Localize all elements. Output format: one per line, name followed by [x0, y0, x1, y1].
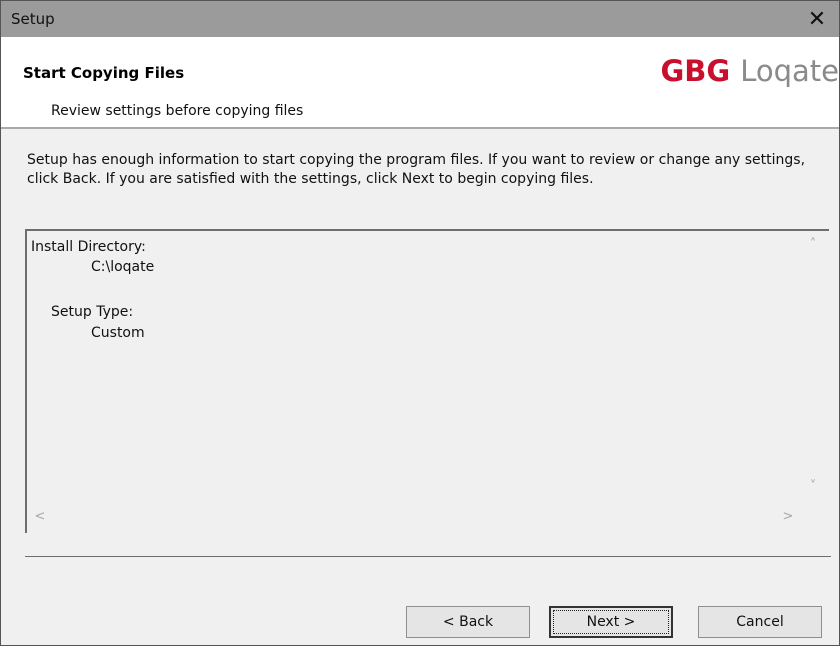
scroll-down-arrow-icon[interactable]: ˅ [804, 477, 822, 495]
intro-text: Setup has enough information to start co… [27, 152, 806, 187]
logo-primary-text: GBG [660, 54, 731, 88]
setup-type-value: Custom [91, 325, 145, 341]
gbg-loqate-logo: GBG Loqate [661, 51, 840, 91]
header-divider [1, 127, 839, 129]
back-button[interactable]: < Back [406, 606, 530, 638]
footer-divider [25, 556, 831, 557]
install-directory-label: Install Directory: [31, 239, 146, 255]
next-button[interactable]: Next > [549, 606, 673, 638]
setup-window: Setup ✕ Start Copying Files Review setti… [0, 0, 840, 646]
scroll-right-arrow-icon[interactable]: > [779, 507, 797, 525]
page-title: Start Copying Files [23, 64, 185, 82]
close-icon[interactable]: ✕ [795, 1, 839, 37]
install-directory-value: C:\loqate [91, 259, 155, 275]
page-subtitle: Review settings before copying files [51, 103, 304, 119]
setup-type-label: Setup Type: [51, 304, 134, 320]
settings-summary-box[interactable]: Install Directory: C:\loqate Setup Type:… [25, 229, 829, 533]
wizard-header: Start Copying Files Review settings befo… [1, 37, 839, 127]
cancel-button[interactable]: Cancel [698, 606, 822, 638]
scroll-up-arrow-icon[interactable]: ˄ [804, 235, 822, 253]
logo-secondary-text: Loqate [740, 54, 839, 88]
title-bar[interactable]: Setup ✕ [1, 1, 839, 37]
window-title: Setup [11, 10, 55, 28]
scroll-left-arrow-icon[interactable]: < [31, 507, 49, 525]
next-button-label: Next > [586, 614, 636, 630]
